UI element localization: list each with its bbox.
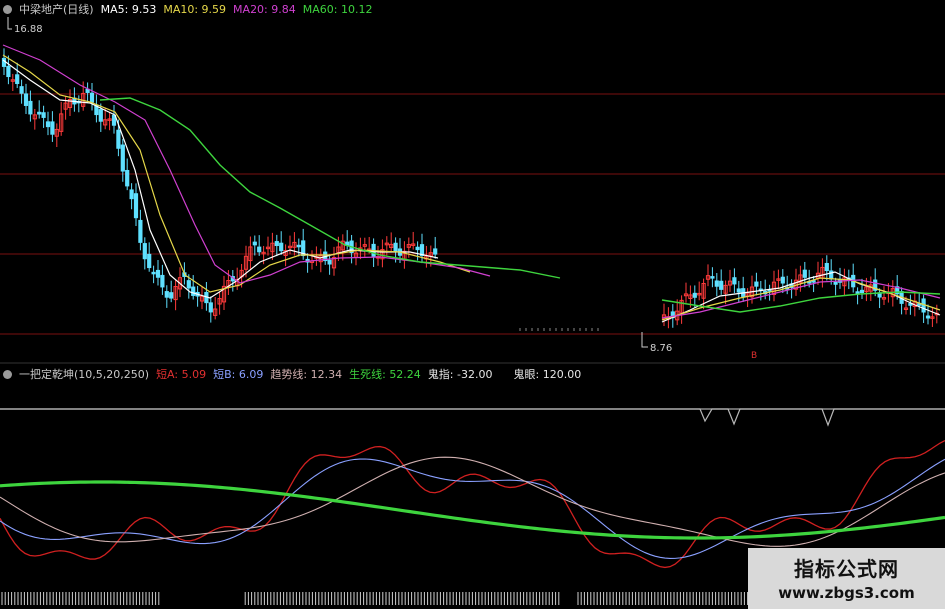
candle-body-10 [45, 121, 51, 128]
candle-body-1 [6, 65, 11, 78]
candle-body-36 [160, 274, 165, 288]
indicator-lines [0, 408, 945, 569]
watermark: 指标公式网 www.zbgs3.com [748, 548, 945, 609]
candle-body-3 [15, 74, 20, 85]
life-line [0, 480, 945, 540]
candle-body-35 [155, 269, 161, 278]
watermark-title: 指标公式网 [794, 557, 899, 581]
candle-body-94 [415, 246, 420, 251]
candle-body-30 [133, 193, 139, 219]
candle-body-37 [164, 291, 169, 298]
candle-body-6 [28, 100, 33, 115]
candle-body-126 [780, 276, 785, 284]
candle-body-27 [120, 144, 125, 172]
candle-body-38 [169, 292, 174, 299]
candle-body-111 [714, 280, 719, 287]
high-price-label: 16.88 [14, 24, 43, 35]
candle-body-116 [736, 288, 741, 293]
ghost-eye-line [0, 408, 945, 427]
candle-body-22 [98, 109, 103, 122]
candle-body-31 [138, 219, 143, 243]
candle-body-0 [1, 57, 7, 67]
candle-body-115 [732, 277, 737, 285]
candle-body-144 [859, 289, 865, 294]
candle-body-63 [279, 242, 284, 252]
candle-body-120 [754, 281, 759, 287]
candle-body-74 [327, 259, 332, 265]
ma-lines [2, 44, 941, 323]
high-marker-icon [7, 17, 12, 30]
candle-body-32 [142, 243, 147, 260]
kline-chart[interactable]: 16.88 8.76 B [0, 0, 945, 609]
low-price-label: 8.76 [650, 343, 672, 354]
candle-body-9 [41, 112, 46, 118]
candle-body-89 [393, 242, 398, 253]
candle-body-62 [274, 241, 279, 247]
candle-body-67 [296, 244, 301, 248]
candle-body-159 [925, 315, 931, 319]
candle-body-28 [125, 169, 130, 187]
candle-body-98 [433, 248, 438, 255]
candle-body-110 [710, 276, 715, 279]
candle-body-8 [37, 111, 42, 115]
grid-lines [0, 93, 945, 410]
candle-body-57 [252, 241, 257, 246]
candle-body-138 [833, 281, 838, 285]
candle-body-34 [151, 271, 156, 275]
candle-body-42 [186, 280, 191, 289]
candles [1, 48, 939, 331]
candle-body-136 [824, 262, 829, 272]
candle-body-106 [692, 292, 697, 298]
watermark-url: www.zbgs3.com [778, 584, 915, 602]
candle-body-47 [208, 302, 213, 313]
candle-body-5 [23, 93, 29, 106]
candle-body-4 [19, 86, 24, 94]
candle-body-29 [129, 189, 134, 200]
candle-body-43 [191, 286, 196, 296]
candle-body-11 [50, 121, 55, 135]
buy-marker: B [751, 351, 757, 361]
candle-body-58 [257, 246, 262, 253]
ma60-line [99, 97, 561, 279]
candle-body-143 [855, 291, 860, 294]
ma5-line [2, 59, 439, 299]
candle-body-33 [147, 253, 152, 269]
candle-body-26 [116, 129, 121, 149]
candle-body-20 [89, 92, 95, 103]
candle-body-112 [719, 280, 724, 290]
candle-body-131 [802, 269, 807, 278]
